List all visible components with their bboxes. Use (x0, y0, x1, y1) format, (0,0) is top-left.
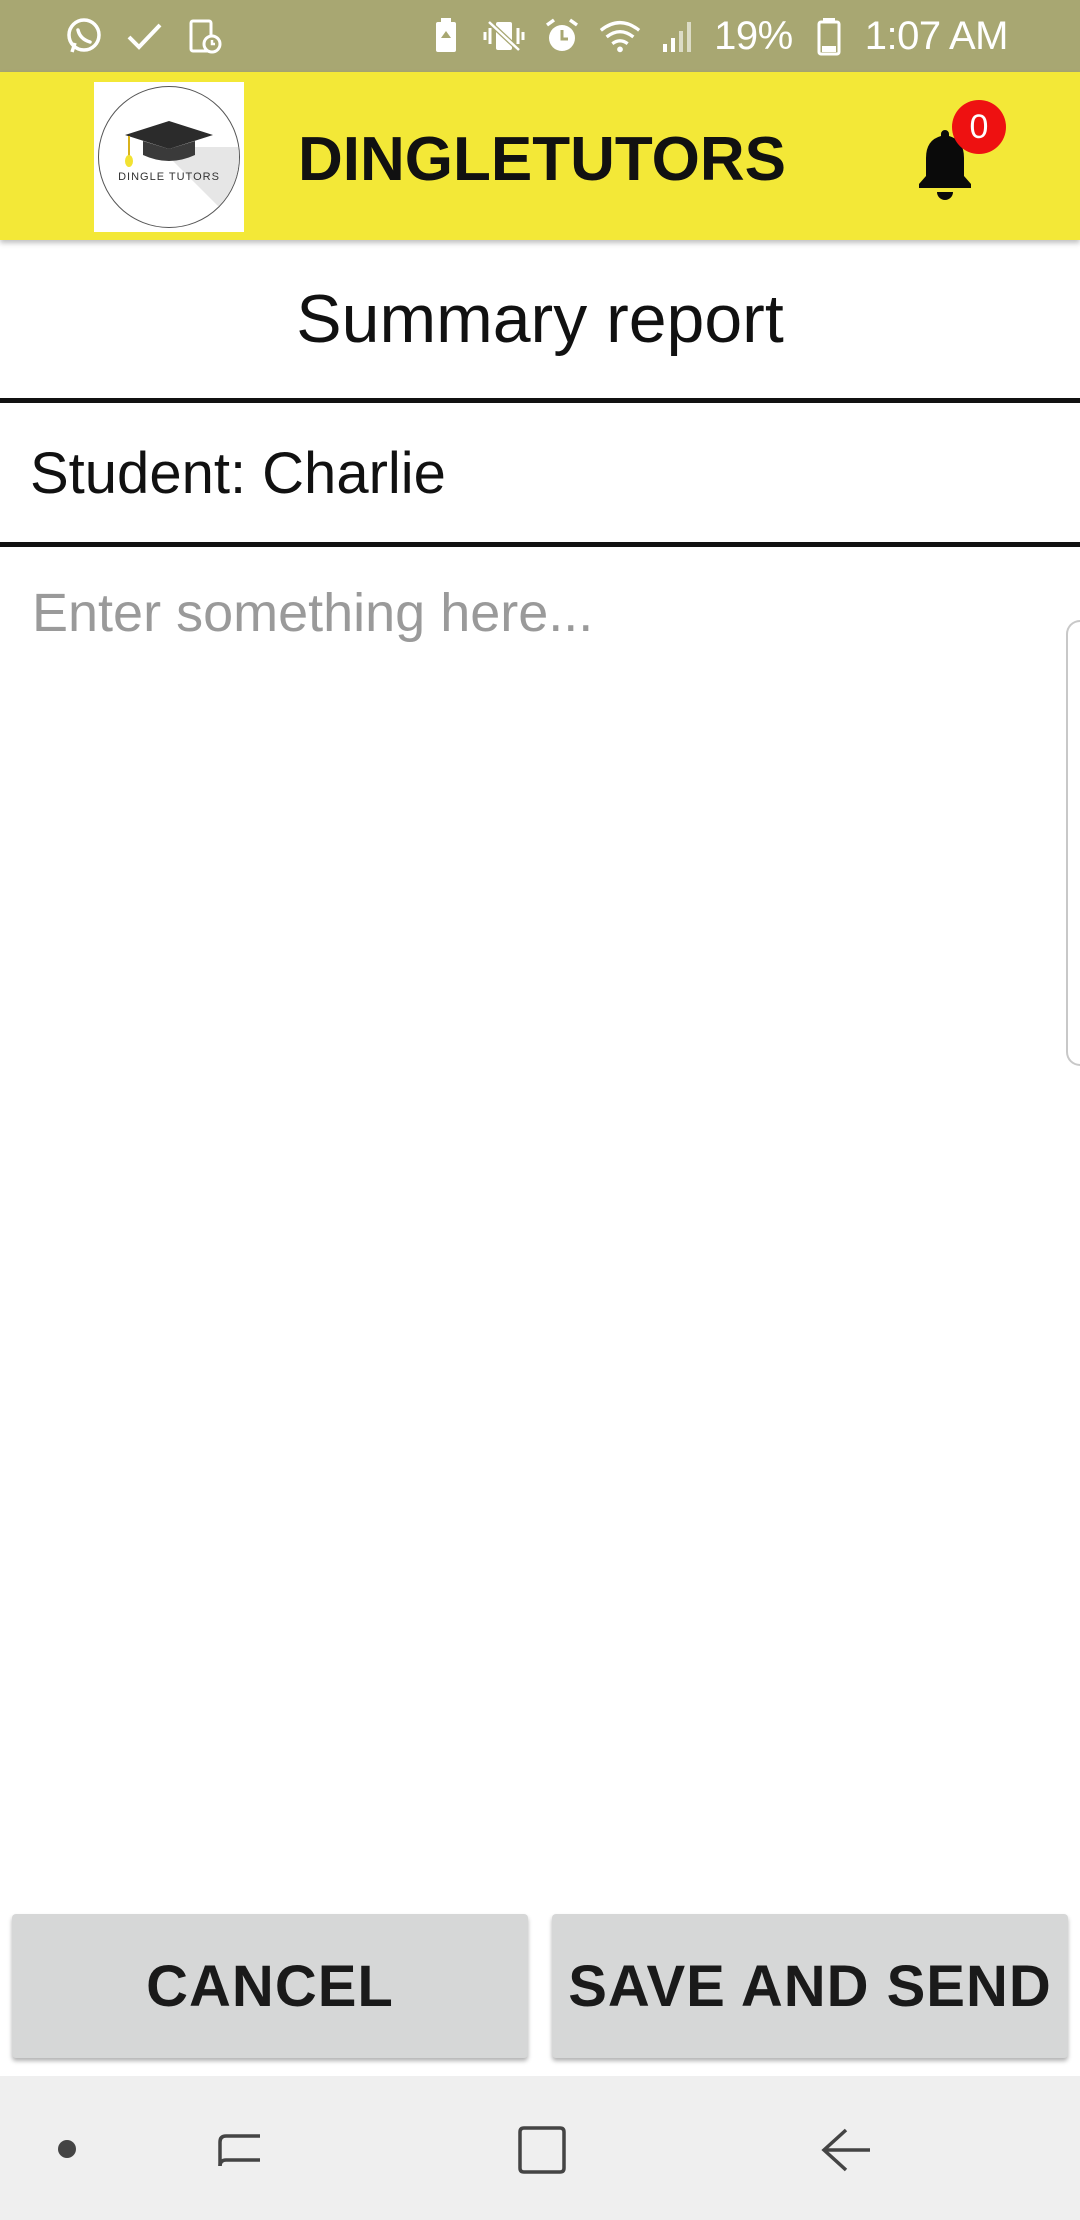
save-and-send-button[interactable]: SAVE AND SEND (552, 1914, 1068, 2058)
clock: 1:07 AM (864, 13, 1009, 58)
divider (0, 542, 1080, 547)
battery-icon (807, 14, 851, 58)
divider (0, 398, 1080, 403)
logo-text: DINGLE TUTORS (118, 171, 220, 183)
battery-saver-icon (424, 14, 468, 58)
dot-icon[interactable] (58, 2140, 76, 2158)
summary-report-input[interactable] (30, 580, 1034, 1884)
recent-apps-icon[interactable] (210, 2120, 270, 2180)
cancel-button[interactable]: CANCEL (12, 1914, 528, 2058)
check-icon (122, 14, 166, 58)
wifi-icon (598, 14, 642, 58)
app-bar: DINGLE TUTORS DINGLETUTORS 0 (0, 72, 1080, 240)
back-icon[interactable] (816, 2120, 876, 2180)
home-icon[interactable] (512, 2120, 572, 2180)
notification-badge: 0 (952, 100, 1006, 154)
app-title: DINGLETUTORS (298, 125, 786, 194)
screen-timer-icon (182, 14, 226, 58)
battery-percent: 19% (714, 13, 793, 58)
student-label: Student: Charlie (30, 441, 446, 506)
status-right-icons: 19% 1:07 AM (424, 0, 1009, 72)
navigation-bar (0, 2076, 1080, 2220)
status-left-icons (62, 14, 226, 58)
alarm-icon (540, 14, 584, 58)
edge-panel-handle[interactable] (1066, 620, 1080, 1066)
whatsapp-icon (62, 14, 106, 58)
vibrate-mute-icon (482, 14, 526, 58)
signal-icon (656, 14, 700, 58)
app-logo: DINGLE TUTORS (94, 82, 244, 232)
logo-circle: DINGLE TUTORS (98, 86, 240, 228)
page-title: Summary report (296, 281, 784, 357)
status-bar: 19% 1:07 AM (0, 0, 1080, 72)
graduation-cap-icon (125, 121, 239, 227)
